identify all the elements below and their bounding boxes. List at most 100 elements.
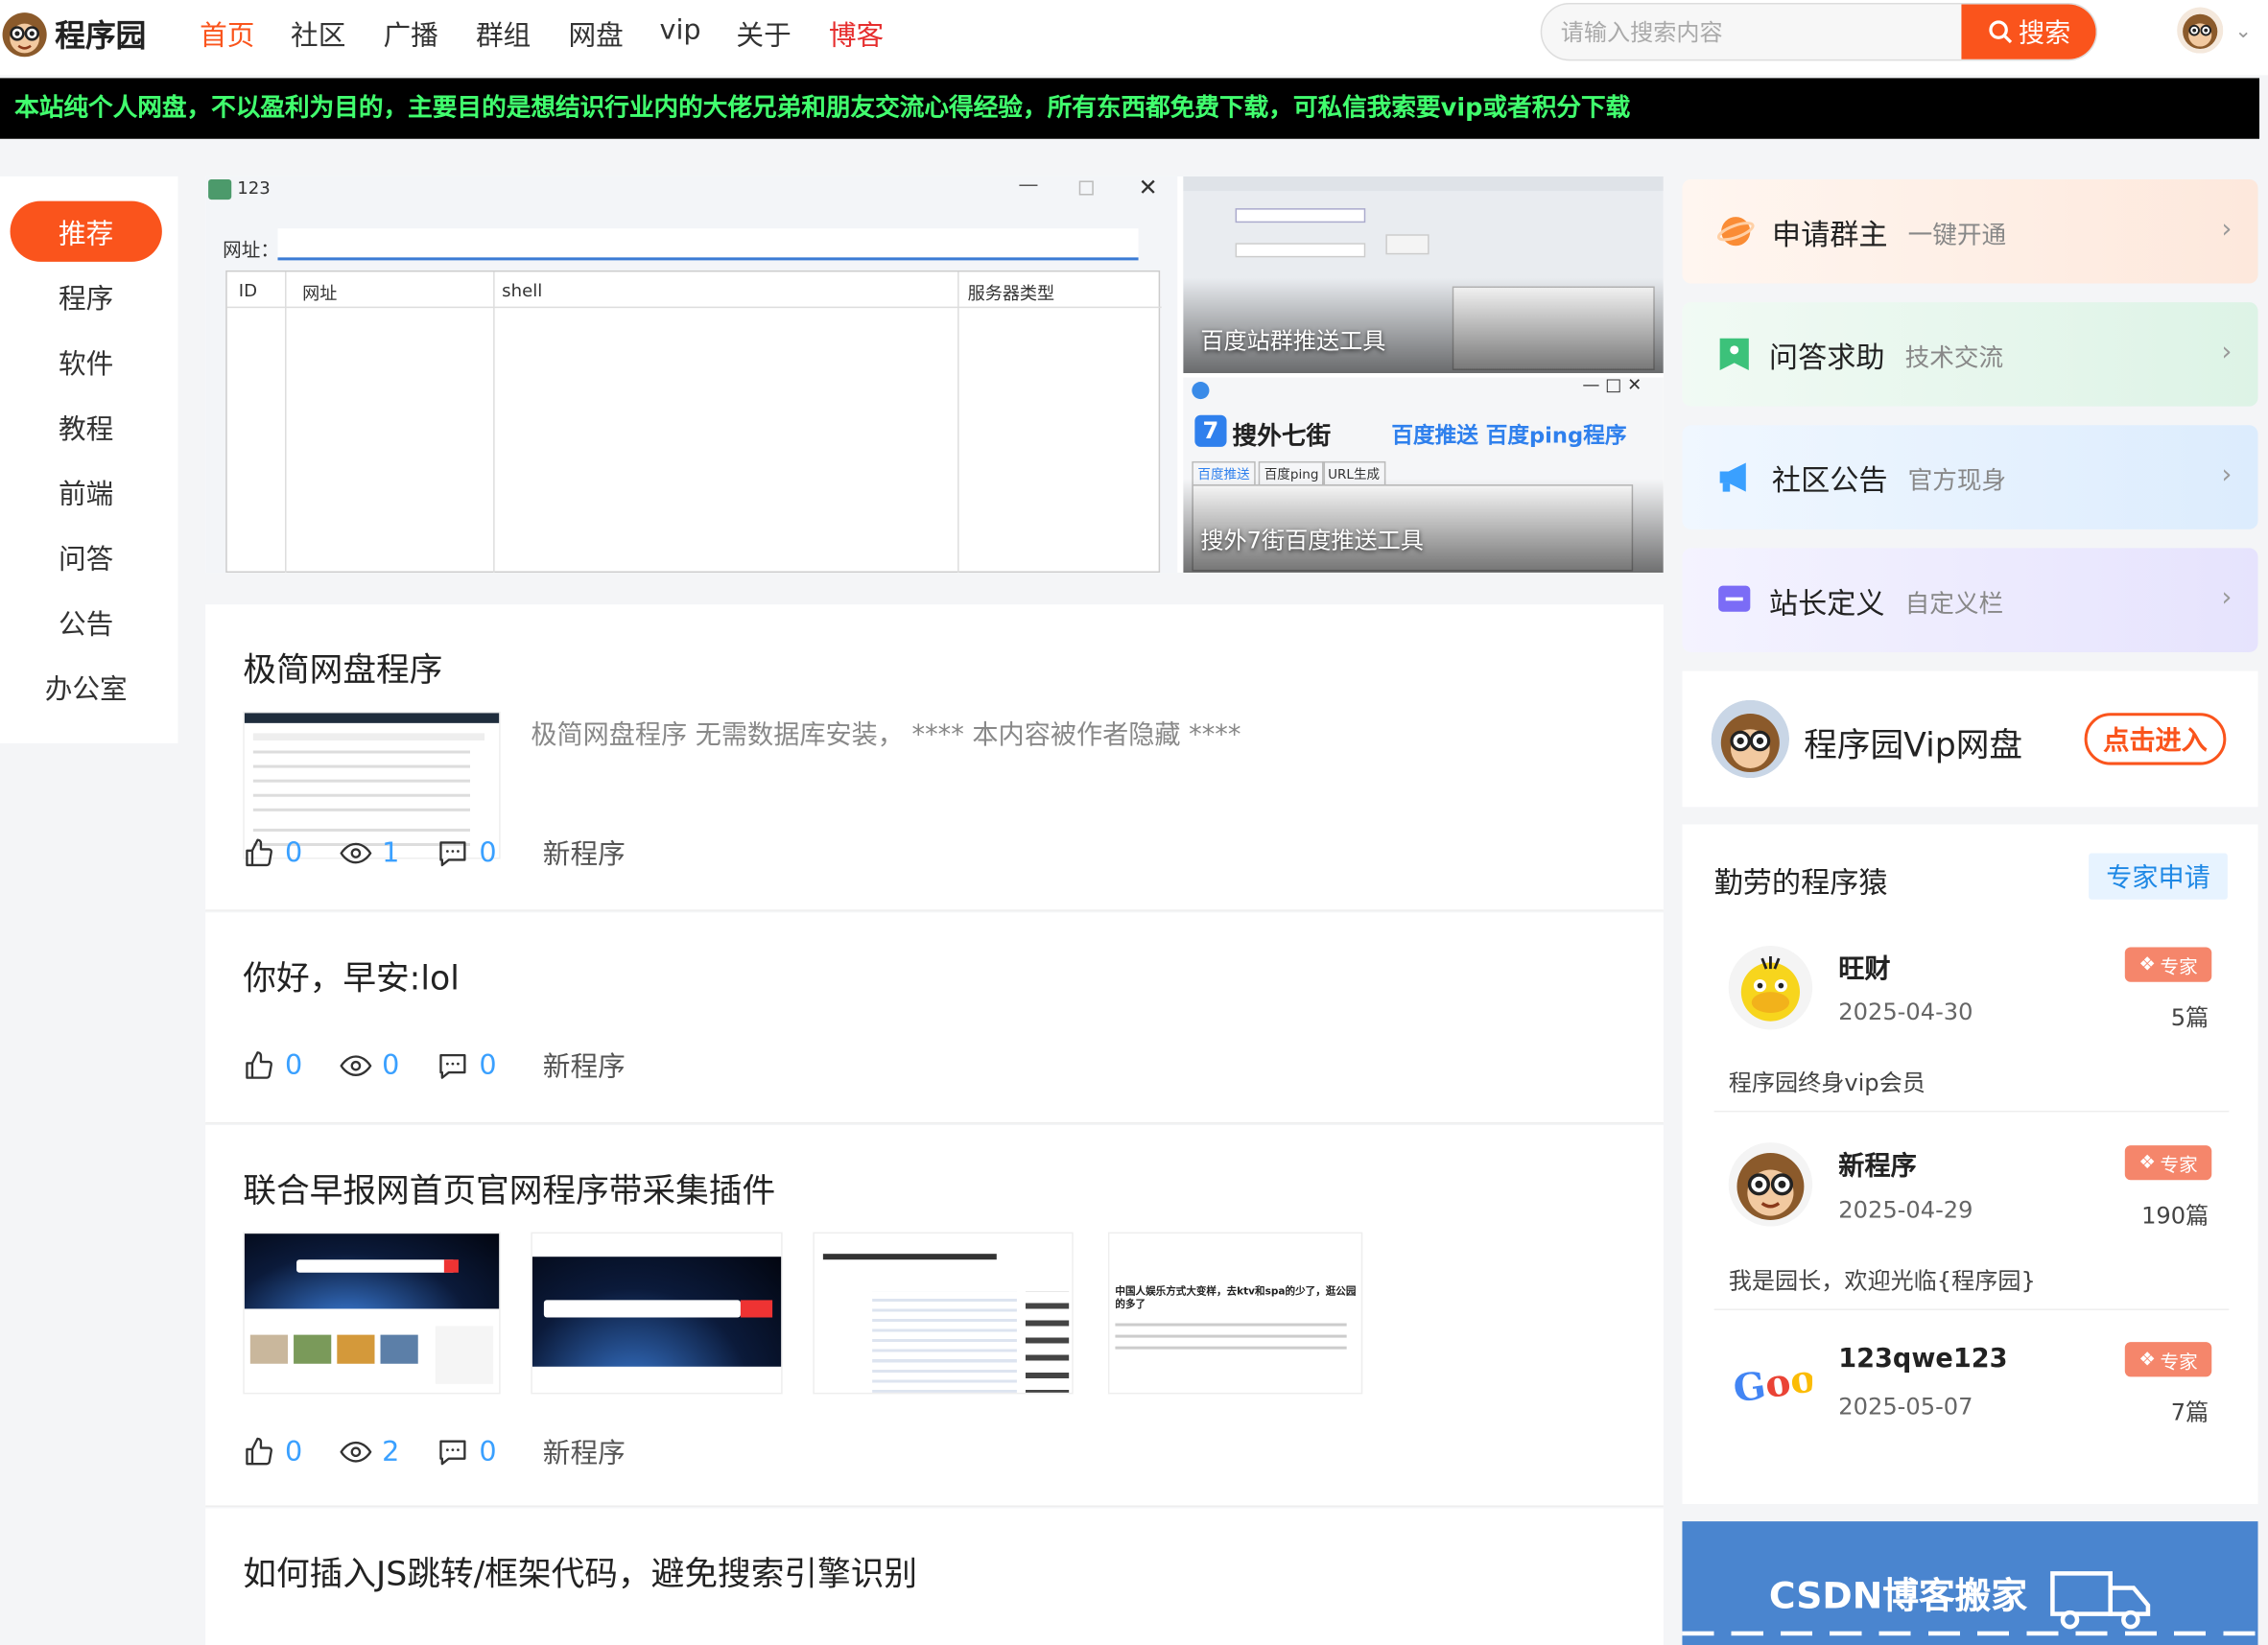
like-button[interactable]: 0 [243, 1435, 302, 1468]
post-stats: 0 0 0 新程序 [243, 1046, 626, 1085]
post-author[interactable]: 新程序 [543, 833, 626, 872]
expert-avatar[interactable] [1728, 946, 1813, 1030]
vip-netdisk-card: 程序园Vip网盘 点击进入 [1682, 670, 2258, 808]
expert-apply-button[interactable]: 专家申请 [2089, 853, 2228, 900]
post-title[interactable]: 联合早报网首页官网程序带采集插件 [243, 1163, 775, 1211]
chat-icon [1718, 585, 1751, 612]
monkey-avatar-icon [2, 12, 47, 58]
post-item[interactable]: 极简网盘程序 极简网盘程序 无需数据库安装， **** 本内容被作者隐藏 ***… [205, 604, 1664, 911]
expert-name[interactable]: 新程序 [1838, 1145, 1916, 1183]
planet-icon [1716, 217, 1755, 247]
nav-groups[interactable]: 群组 [476, 14, 531, 54]
post-thumbnail[interactable]: 中国人娱乐方式大变样，去ktv和spa的少了，逛公园的多了 [1107, 1232, 1363, 1395]
category-frontend[interactable]: 前端 [11, 461, 162, 522]
category-sidebar: 推荐 程序 软件 教程 前端 问答 公告 办公室 [0, 176, 178, 743]
banner-slide-main[interactable]: 123 — ✕ 网址： ID 网址 shell 服务器类型 [205, 176, 1178, 574]
site-name: 程序园 [55, 18, 147, 54]
banner-slide-souwai[interactable]: — □ ✕ 7 搜外七街 百度推送 百度ping程序 百度推送 百度ping U… [1183, 377, 1664, 574]
expert-date: 2025-04-29 [1838, 1195, 1973, 1224]
slide-caption: 搜外7街百度推送工具 [1200, 526, 1424, 554]
post-author[interactable]: 新程序 [543, 1046, 626, 1085]
question-icon [1719, 338, 1749, 370]
like-button[interactable]: 0 [243, 1049, 302, 1081]
user-avatar[interactable] [2177, 7, 2224, 54]
nav-netdisk[interactable]: 网盘 [569, 14, 624, 54]
post-thumbnail[interactable] [531, 1232, 783, 1395]
category-software[interactable]: 软件 [11, 331, 162, 391]
rocket-icon: ❖ [2138, 1348, 2156, 1371]
banner-slide-baidu-push[interactable]: 百度站群推送工具 [1183, 176, 1664, 373]
csdn-migration-banner[interactable]: CSDN博客搬家 [1682, 1521, 2258, 1645]
category-notice[interactable]: 公告 [11, 592, 162, 652]
eye-icon [340, 1441, 372, 1462]
svg-text:Goog: Goog [1731, 1352, 1812, 1411]
side-card-announcement[interactable]: 社区公告 官方现身 › [1682, 425, 2258, 529]
post-title[interactable]: 极简网盘程序 [243, 642, 442, 691]
monkey-avatar-icon [1711, 699, 1790, 779]
app-icon [208, 178, 232, 200]
expert-avatar[interactable] [1728, 1142, 1813, 1227]
comment-icon [439, 1053, 466, 1079]
comment-button[interactable]: 0 [437, 1435, 497, 1468]
expert-name[interactable]: 123qwe123 [1838, 1344, 2007, 1375]
like-button[interactable]: 0 [243, 836, 302, 868]
close-icon: ✕ [1138, 176, 1158, 201]
expert-name[interactable]: 旺财 [1838, 949, 1890, 986]
slide-caption: 百度站群推送工具 [1200, 326, 1386, 355]
expert-date: 2025-05-07 [1838, 1392, 1973, 1421]
side-card-custom[interactable]: 站长定义 自定义栏 › [1682, 548, 2258, 652]
url-input [277, 228, 1139, 261]
nav-home[interactable]: 首页 [200, 14, 254, 54]
side-card-qa[interactable]: 问答求助 技术交流 › [1682, 302, 2258, 407]
banner-carousel: 123 — ✕ 网址： ID 网址 shell 服务器类型 百度站群推送工具 —… [205, 176, 1664, 574]
post-title[interactable]: 你好，早安:lol [243, 951, 460, 999]
chevron-down-icon[interactable]: ⌄ [2234, 20, 2252, 43]
nav-broadcast[interactable]: 广播 [384, 14, 438, 54]
comment-button[interactable]: 0 [437, 1049, 497, 1081]
comment-icon [439, 1439, 466, 1465]
nav-about[interactable]: 关于 [736, 14, 791, 54]
expert-badge: ❖ 专家 [2124, 1342, 2212, 1377]
truck-icon [2050, 1571, 2151, 1630]
post-item[interactable]: 联合早报网首页官网程序带采集插件 中国人娱乐方式大变样，去ktv和spa的少了，… [205, 1124, 1664, 1508]
post-thumbnail[interactable] [243, 1232, 501, 1395]
site-logo[interactable]: 程序园 [0, 6, 146, 63]
side-card-apply-owner[interactable]: 申请群主 一键开通 › [1682, 178, 2258, 284]
nav-community[interactable]: 社区 [291, 14, 345, 54]
thumb-up-icon [246, 1436, 272, 1465]
expert-badge: ❖ 专家 [2124, 947, 2212, 982]
comment-button[interactable]: 0 [437, 836, 497, 868]
post-stats: 0 1 0 新程序 [243, 833, 626, 872]
post-title[interactable]: 如何插入JS跳转/框架代码，避免搜索引擎识别 [243, 1546, 917, 1595]
expert-avatar[interactable]: Goog [1728, 1339, 1813, 1423]
post-item[interactable]: 如何插入JS跳转/框架代码，避免搜索引擎识别 [205, 1508, 1664, 1645]
vip-enter-button[interactable]: 点击进入 [2084, 713, 2227, 765]
top-header: 程序园 首页 社区 广播 群组 网盘 vip 关于 博客 搜索 ⌄ [0, 0, 2268, 76]
category-office[interactable]: 办公室 [11, 656, 162, 717]
vip-avatar [1711, 699, 1790, 779]
maximize-icon [1078, 180, 1094, 196]
category-program[interactable]: 程序 [11, 266, 162, 326]
post-thumbnail[interactable] [813, 1232, 1074, 1395]
category-recommend[interactable]: 推荐 [10, 200, 162, 262]
expert-desc: 程序园终身vip会员 [1728, 1069, 1925, 1096]
category-qa[interactable]: 问答 [11, 527, 162, 587]
search-input[interactable] [1542, 4, 1966, 59]
post-item[interactable]: 你好，早安:lol 0 0 0 新程序 [205, 912, 1664, 1124]
csdn-title: CSDN博客搬家 [1768, 1574, 2028, 1617]
rocket-icon: ❖ [2138, 953, 2156, 975]
post-stats: 0 2 0 新程序 [243, 1432, 626, 1471]
search-box: 搜索 [1540, 3, 2098, 61]
eye-icon [340, 1054, 372, 1076]
expert-post-count: 5篇 [2170, 1003, 2209, 1031]
category-tutorial[interactable]: 教程 [11, 396, 162, 457]
nav-vip[interactable]: vip [660, 14, 701, 46]
post-excerpt: 极简网盘程序 无需数据库安装， **** 本内容被作者隐藏 **** [531, 719, 1241, 751]
search-icon [1988, 20, 2012, 44]
post-author[interactable]: 新程序 [543, 1432, 626, 1471]
notice-marquee: 本站纯个人网盘，不以盈利为目的，主要目的是想结识行业内的大佬兄弟和朋友交流心得经… [0, 78, 2260, 139]
search-button[interactable]: 搜索 [1961, 4, 2096, 59]
view-count: 2 [340, 1435, 399, 1468]
experts-title: 勤劳的程序猿 [1713, 864, 1888, 900]
nav-blog[interactable]: 博客 [829, 14, 884, 54]
